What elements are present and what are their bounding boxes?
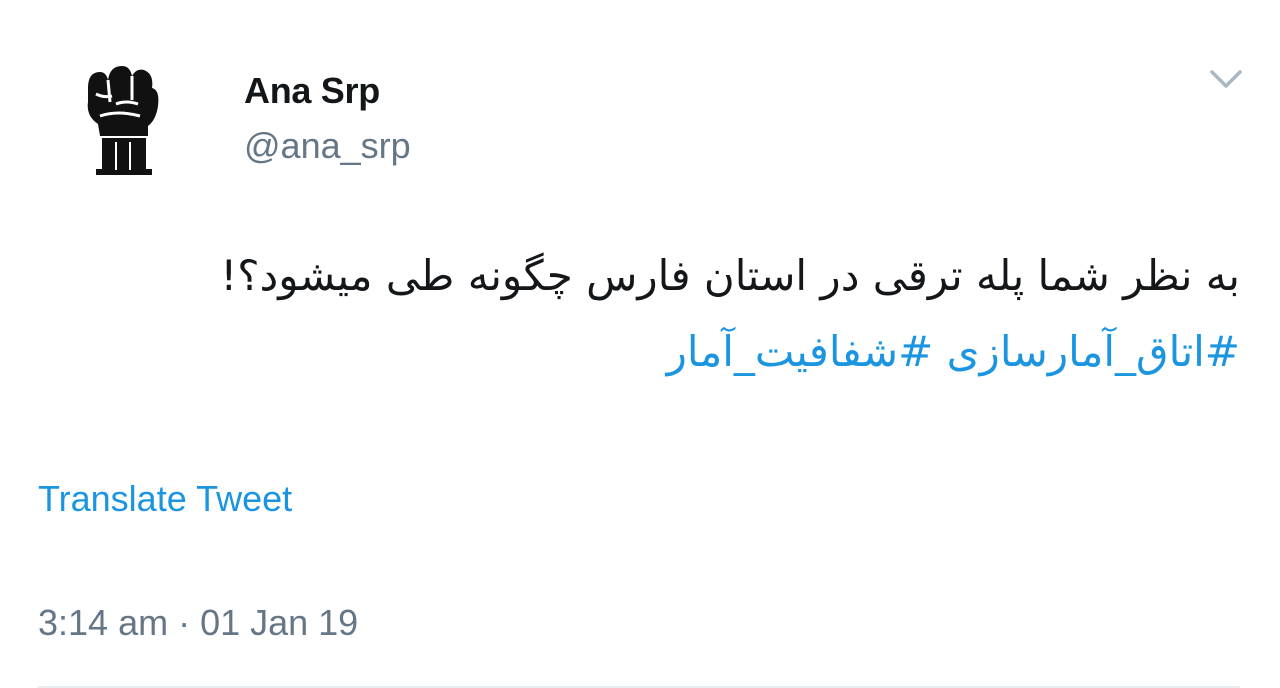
translate-tweet-link[interactable]: Translate Tweet: [38, 478, 292, 520]
author-handle[interactable]: @ana_srp: [244, 125, 411, 167]
tweet-text: به نظر شما پله ترقی در استان فارس چگونه …: [40, 238, 1240, 390]
chevron-down-icon[interactable]: [1206, 62, 1246, 98]
hashtag-link[interactable]: #شفافیت_آمار: [667, 327, 934, 376]
raised-fist-icon[interactable]: [78, 58, 162, 176]
tweet-hashtags: #اتاق_آمارسازی #شفافیت_آمار: [40, 314, 1240, 390]
tweet-card: Ana Srp @ana_srp به نظر شما پله ترقی در …: [0, 0, 1280, 688]
author-display-name[interactable]: Ana Srp: [244, 70, 380, 112]
tweet-timestamp[interactable]: 3:14 am · 01 Jan 19: [38, 602, 358, 644]
tweet-text-line: به نظر شما پله ترقی در استان فارس چگونه …: [220, 251, 1240, 300]
hashtag-link[interactable]: #اتاق_آمارسازی: [947, 327, 1240, 376]
